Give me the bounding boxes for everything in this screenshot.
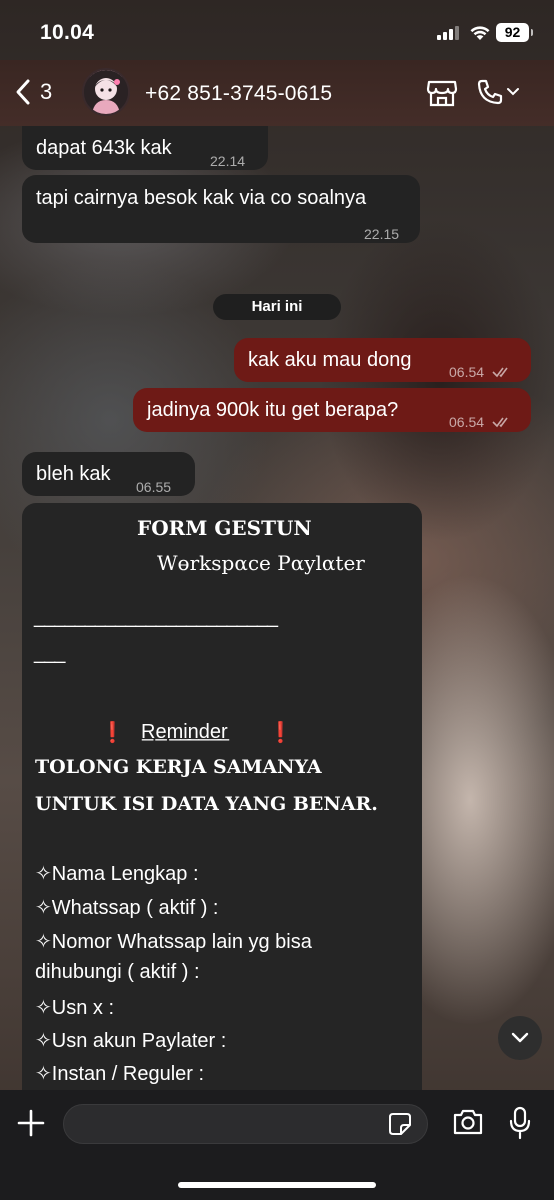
sticker-icon[interactable] — [388, 1112, 412, 1136]
home-indicator[interactable] — [178, 1182, 376, 1188]
message-incoming[interactable]: dapat 643k kak 22.14 — [22, 126, 268, 170]
form-divider: ___ — [34, 642, 65, 664]
message-text: jadinya 900k itu get berapa? — [147, 399, 399, 421]
message-time-value: 06.54 — [449, 414, 485, 430]
exclamation-icon: ❗ — [268, 722, 293, 744]
chevron-left-icon — [16, 79, 30, 105]
camera-icon[interactable] — [452, 1108, 484, 1136]
message-incoming[interactable]: bleh kak 06.55 — [22, 452, 195, 496]
chat-header: 3 +62 851-3745-0615 — [0, 60, 554, 126]
back-button[interactable]: 3 — [14, 78, 52, 106]
message-input[interactable] — [63, 1104, 428, 1144]
form-field: ✧Usn akun Paylater : — [35, 1030, 227, 1052]
form-warning: TOLONG KERJA SAMANYA — [35, 756, 322, 778]
battery-indicator: 92 — [496, 23, 533, 42]
message-incoming[interactable]: tapi cairnya besok kak via co soalnya 22… — [22, 175, 420, 243]
message-text: bleh kak — [36, 463, 111, 485]
date-separator: Hari ini — [213, 294, 341, 320]
form-reminder: R̲e̲m̲i̲n̲d̲e̲r̲ — [141, 721, 228, 743]
microphone-icon[interactable] — [508, 1106, 532, 1140]
form-warning: UNTUK ISI DATA YANG BENAR. — [35, 793, 378, 815]
plus-icon[interactable] — [16, 1108, 46, 1138]
compose-bar — [0, 1090, 554, 1200]
avatar[interactable] — [82, 68, 130, 116]
exclamation-icon: ❗ — [100, 722, 125, 744]
message-text: kak aku mau dong — [248, 349, 412, 371]
phone-icon — [477, 79, 503, 105]
read-receipt-icon — [492, 417, 508, 428]
cellular-signal-icon — [437, 26, 459, 40]
call-button[interactable] — [476, 78, 520, 106]
message-time: 22.15 — [364, 226, 400, 242]
form-field: dihubungi ( aktif ) : — [35, 961, 200, 983]
message-outgoing[interactable]: kak aku mau dong 06.54 — [234, 338, 531, 382]
scroll-to-bottom-button[interactable] — [498, 1016, 542, 1060]
form-field: ✧Usn x : — [35, 997, 114, 1019]
contact-name[interactable]: +62 851-3745-0615 — [145, 82, 332, 106]
message-time: 06.55 — [136, 479, 172, 495]
message-text: tapi cairnya besok kak via co soalnya — [36, 187, 367, 209]
wifi-icon — [470, 26, 490, 40]
status-time: 10.04 — [40, 21, 95, 44]
avatar-illustration — [84, 70, 128, 114]
read-receipt-icon — [492, 367, 508, 378]
message-text: dapat 643k kak — [36, 137, 172, 159]
form-field: ✧Instan / Reguler : — [35, 1063, 205, 1085]
chevron-down-icon — [511, 1032, 529, 1043]
form-title: FORM GESTUN — [137, 516, 312, 540]
message-time: 22.14 — [210, 153, 246, 169]
unread-count: 3 — [40, 79, 53, 104]
form-divider: ________________________ — [34, 606, 278, 628]
form-subtitle: Wөrkspαce Pαylαter — [157, 551, 365, 575]
message-time-value: 06.54 — [449, 364, 485, 380]
store-icon[interactable] — [426, 78, 458, 108]
status-bar: 10.04 92 — [0, 0, 554, 60]
form-field: ✧Nama Lengkap : — [35, 863, 199, 885]
form-field: ✧Whatssap ( aktif ) : — [35, 897, 219, 919]
chevron-down-icon — [507, 88, 519, 96]
message-time: 06.54 — [449, 409, 512, 435]
message-time: 06.54 — [449, 359, 512, 385]
message-incoming-form[interactable]: FORM GESTUN Wөrkspαce Pαylαter _________… — [22, 503, 422, 1103]
form-field: ✧Nomor Whatssap lain yg bisa — [35, 931, 312, 953]
message-outgoing[interactable]: jadinya 900k itu get berapa? 06.54 — [133, 388, 531, 432]
